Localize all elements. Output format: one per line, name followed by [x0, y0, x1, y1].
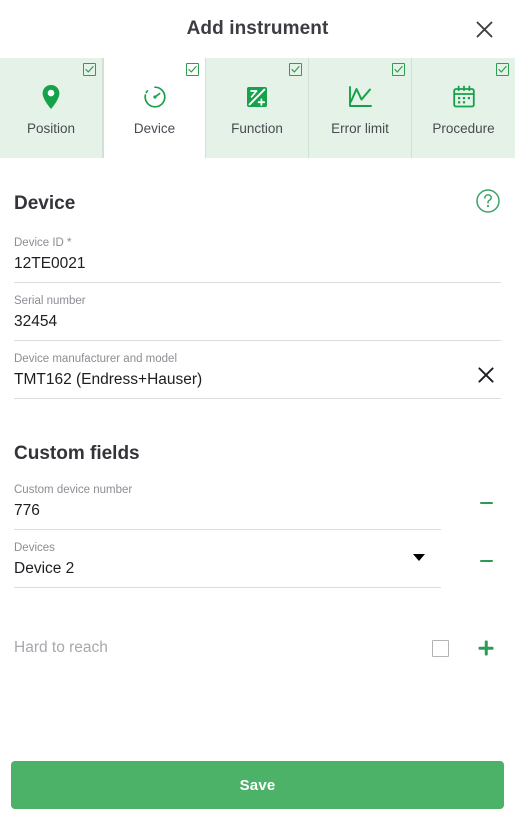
device-id-value: 12TE0021 — [14, 255, 86, 272]
add-custom-field-button[interactable] — [471, 633, 501, 663]
chevron-down-icon[interactable] — [413, 554, 425, 561]
tab-device-label: Device — [133, 121, 176, 136]
tab-position-checkbox[interactable] — [83, 63, 96, 76]
tab-device-checkbox[interactable] — [186, 63, 199, 76]
tab-error-limit-checkbox[interactable] — [392, 63, 405, 76]
field-serial-number: Serial number 32454 — [14, 283, 501, 341]
devices-label: Devices — [14, 542, 55, 554]
help-circle-icon[interactable] — [475, 188, 501, 219]
device-model-value: TMT162 (Endress+Hauser) — [14, 371, 203, 388]
remove-devices-button[interactable] — [471, 534, 501, 588]
save-button[interactable]: Save — [11, 761, 504, 809]
tab-function-label: Function — [231, 121, 283, 136]
tab-procedure-checkbox[interactable] — [496, 63, 509, 76]
devices-select[interactable]: Devices Device 2 — [14, 530, 441, 588]
page-title: Add instrument — [186, 18, 329, 39]
custom-device-number-label: Custom device number — [14, 484, 133, 496]
tab-function[interactable]: Function — [206, 58, 309, 158]
add-custom-field-row: Hard to reach — [14, 631, 501, 665]
devices-value: Device 2 — [14, 560, 75, 577]
add-custom-field-label: Hard to reach — [14, 639, 108, 656]
function-add-icon — [244, 82, 270, 112]
map-pin-icon — [39, 82, 63, 112]
device-id-label: Device ID * — [14, 237, 72, 249]
device-section-title: Device — [14, 192, 76, 214]
field-device-model: Device manufacturer and model TMT162 (En… — [14, 341, 501, 399]
device-id-input[interactable]: Device ID * 12TE0021 — [14, 225, 501, 283]
tab-device[interactable]: Device — [103, 58, 206, 158]
tab-error-limit-label: Error limit — [331, 121, 389, 136]
tab-position-label: Position — [26, 121, 76, 136]
field-custom-device-number: Custom device number 776 — [14, 472, 501, 530]
device-model-label: Device manufacturer and model — [14, 353, 177, 365]
add-instrument-dialog: Add instrument Position Device Function … — [0, 0, 515, 824]
tab-position[interactable]: Position — [0, 58, 103, 158]
wizard-tab-strip: Position Device Function Error limit Pro… — [0, 58, 515, 159]
tab-procedure[interactable]: Procedure — [412, 58, 515, 158]
custom-fields-title: Custom fields — [14, 443, 140, 464]
device-model-input[interactable]: Device manufacturer and model TMT162 (En… — [14, 341, 501, 399]
tab-function-checkbox[interactable] — [289, 63, 302, 76]
hard-to-reach-checkbox[interactable] — [432, 639, 449, 657]
custom-device-number-value: 776 — [14, 502, 40, 519]
minus-icon — [479, 501, 493, 505]
device-section-header: Device — [14, 188, 501, 219]
serial-number-label: Serial number — [14, 295, 86, 307]
device-model-clear-button[interactable] — [473, 363, 499, 389]
custom-device-number-input[interactable]: Custom device number 776 — [14, 472, 441, 530]
serial-number-input[interactable]: Serial number 32454 — [14, 283, 501, 341]
dialog-header: Add instrument — [0, 0, 515, 58]
remove-custom-device-number-button[interactable] — [471, 476, 501, 530]
line-chart-icon — [346, 82, 374, 112]
tab-error-limit[interactable]: Error limit — [309, 58, 412, 158]
field-device-id: Device ID * 12TE0021 — [14, 225, 501, 283]
gauge-icon — [141, 82, 169, 112]
close-icon — [475, 20, 494, 39]
dialog-footer: Save — [0, 748, 515, 824]
form-body: Device Device ID * 12TE0021 Serial numbe… — [0, 159, 515, 748]
calendar-icon — [451, 82, 477, 112]
minus-icon — [479, 559, 493, 563]
field-devices: Devices Device 2 — [14, 530, 501, 588]
close-dialog-button[interactable] — [467, 12, 501, 46]
tab-procedure-label: Procedure — [432, 121, 495, 136]
close-icon — [477, 366, 495, 387]
serial-number-value: 32454 — [14, 313, 58, 330]
